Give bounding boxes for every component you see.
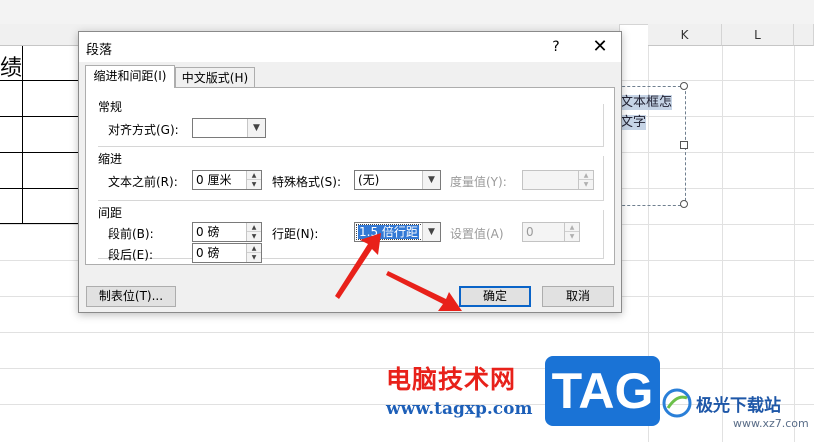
group-divider <box>603 210 604 258</box>
watermark-url: www.tagxp.com <box>386 399 533 419</box>
line-spacing-label: 行距(N): <box>272 227 319 241</box>
spin-down-icon[interactable]: ▼ <box>247 253 261 262</box>
by-value-input[interactable]: ▲ ▼ <box>522 170 594 190</box>
text-box-content[interactable]: 文本框怎 文字 <box>620 93 682 133</box>
close-icon[interactable]: ✕ <box>583 34 617 60</box>
spin-up-icon[interactable]: ▲ <box>247 244 261 253</box>
ok-button[interactable]: 确定 <box>459 286 531 307</box>
space-after-input[interactable]: 0 磅 ▲ ▼ <box>192 243 262 263</box>
spinner[interactable]: ▲ ▼ <box>246 244 261 262</box>
tab-panel: 常规 对齐方式(G): ▼ 缩进 文本之前(R): 0 厘米 ▲ ▼ 特殊格式(S… <box>85 87 615 265</box>
paragraph-dialog: 段落 ? ✕ 缩进和间距(I) 中文版式(H) 常规 对齐方式(G): ▼ 缩进… <box>78 31 622 313</box>
group-divider <box>98 146 604 147</box>
line-spacing-select[interactable]: 1.5 倍行距 ▼ <box>354 222 441 242</box>
group-title-spacing: 间距 <box>98 206 123 220</box>
resize-handle[interactable] <box>680 141 688 149</box>
indent-before-value: 0 厘米 <box>196 173 232 187</box>
tab-chinese-typography[interactable]: 中文版式(H) <box>175 67 255 88</box>
by-value-label: 度量值(Y): <box>450 175 507 189</box>
space-before-input[interactable]: 0 磅 ▲ ▼ <box>192 222 262 242</box>
group-title-indent: 缩进 <box>98 152 123 166</box>
spinner[interactable]: ▲ ▼ <box>578 171 593 189</box>
line-spacing-value: 1.5 倍行距 <box>358 225 419 239</box>
indent-before-input[interactable]: 0 厘米 ▲ ▼ <box>192 170 262 190</box>
text-box-line: 文本框怎 <box>620 95 673 110</box>
spinner[interactable]: ▲ ▼ <box>246 171 261 189</box>
alignment-select[interactable]: ▼ <box>192 118 266 138</box>
dialog-title: 段落 <box>86 43 113 58</box>
formula-bar <box>0 0 814 25</box>
help-button[interactable]: ? <box>541 34 571 60</box>
alignment-label: 对齐方式(G): <box>108 123 179 137</box>
group-divider <box>603 104 604 146</box>
tag-logo: TAG <box>545 356 660 426</box>
spin-up-icon[interactable]: ▲ <box>247 223 261 232</box>
special-format-label: 特殊格式(S): <box>272 175 342 189</box>
spin-down-icon[interactable]: ▼ <box>579 180 593 189</box>
set-value: 0 <box>526 225 534 239</box>
tabs-button[interactable]: 制表位(T)... <box>86 286 176 307</box>
chevron-down-icon[interactable]: ▼ <box>247 119 265 137</box>
group-divider <box>98 200 604 201</box>
cell-text: 绩 <box>0 56 23 81</box>
text-box-line: 文字 <box>620 115 647 130</box>
space-before-value: 0 磅 <box>196 225 220 239</box>
group-divider <box>98 258 604 259</box>
special-format-select[interactable]: (无) ▼ <box>354 170 441 190</box>
indent-before-label: 文本之前(R): <box>108 175 178 189</box>
site-name: 极光下载站 <box>696 396 781 416</box>
space-before-label: 段前(B): <box>108 227 154 241</box>
site-url: www.xz7.com <box>733 417 809 430</box>
spin-up-icon[interactable]: ▲ <box>247 171 261 180</box>
spin-up-icon[interactable]: ▲ <box>565 223 579 232</box>
resize-handle[interactable] <box>680 82 688 90</box>
grid-line <box>794 46 795 442</box>
group-divider <box>603 156 604 200</box>
spin-down-icon[interactable]: ▼ <box>247 180 261 189</box>
grid-line <box>0 332 814 333</box>
cancel-button[interactable]: 取消 <box>542 286 614 307</box>
aurora-logo-icon <box>662 388 692 418</box>
space-after-label: 段后(E): <box>108 248 153 262</box>
spin-down-icon[interactable]: ▼ <box>565 232 579 241</box>
set-value-label: 设置值(A) <box>450 227 504 241</box>
spin-down-icon[interactable]: ▼ <box>247 232 261 241</box>
column-header-k[interactable]: K <box>648 24 722 46</box>
chevron-down-icon[interactable]: ▼ <box>422 171 440 189</box>
resize-handle[interactable] <box>680 200 688 208</box>
special-format-value: (无) <box>358 173 380 187</box>
dialog-titlebar[interactable]: 段落 ? ✕ <box>79 32 621 62</box>
group-title-general: 常规 <box>98 100 123 114</box>
spin-up-icon[interactable]: ▲ <box>579 171 593 180</box>
grid-line <box>722 46 723 442</box>
set-value-input[interactable]: 0 ▲ ▼ <box>522 222 580 242</box>
spinner[interactable]: ▲ ▼ <box>564 223 579 241</box>
tab-indent-spacing[interactable]: 缩进和间距(I) <box>85 65 175 88</box>
column-header-l[interactable]: L <box>722 24 794 46</box>
spinner[interactable]: ▲ ▼ <box>246 223 261 241</box>
space-after-value: 0 磅 <box>196 246 220 260</box>
watermark-title: 电脑技术网 <box>386 365 517 394</box>
column-header-next[interactable] <box>794 24 814 46</box>
chevron-down-icon[interactable]: ▼ <box>422 223 440 241</box>
